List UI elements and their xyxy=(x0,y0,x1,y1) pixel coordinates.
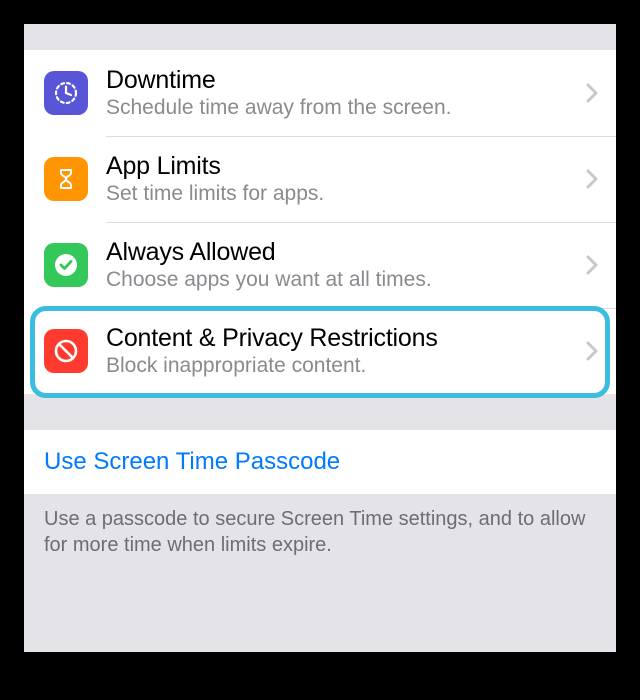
screen-time-settings-frame: Downtime Schedule time away from the scr… xyxy=(24,24,616,652)
row-title: Content & Privacy Restrictions xyxy=(106,324,578,353)
row-labels: Downtime Schedule time away from the scr… xyxy=(106,66,578,121)
use-passcode-link[interactable]: Use Screen Time Passcode xyxy=(24,430,616,494)
row-title: Downtime xyxy=(106,66,578,95)
row-always-allowed[interactable]: Always Allowed Choose apps you want at a… xyxy=(24,222,616,308)
row-subtitle: Set time limits for apps. xyxy=(106,181,578,206)
check-icon xyxy=(44,243,88,287)
row-subtitle: Choose apps you want at all times. xyxy=(106,267,578,292)
restrict-icon xyxy=(44,329,88,373)
passcode-footer-text: Use a passcode to secure Screen Time set… xyxy=(24,494,616,558)
row-labels: Always Allowed Choose apps you want at a… xyxy=(106,238,578,293)
row-subtitle: Block inappropriate content. xyxy=(106,353,578,378)
chevron-right-icon xyxy=(586,83,598,103)
row-subtitle: Schedule time away from the screen. xyxy=(106,95,578,120)
row-downtime[interactable]: Downtime Schedule time away from the scr… xyxy=(24,50,616,136)
row-title: Always Allowed xyxy=(106,238,578,267)
row-app-limits[interactable]: App Limits Set time limits for apps. xyxy=(24,136,616,222)
top-gap xyxy=(24,24,616,50)
passcode-link-group: Use Screen Time Passcode xyxy=(24,430,616,494)
screen-time-items-group: Downtime Schedule time away from the scr… xyxy=(24,50,616,394)
downtime-icon xyxy=(44,71,88,115)
row-title: App Limits xyxy=(106,152,578,181)
chevron-right-icon xyxy=(586,255,598,275)
chevron-right-icon xyxy=(586,341,598,361)
chevron-right-icon xyxy=(586,169,598,189)
row-labels: App Limits Set time limits for apps. xyxy=(106,152,578,207)
row-content-privacy[interactable]: Content & Privacy Restrictions Block ina… xyxy=(24,308,616,394)
hourglass-icon xyxy=(44,157,88,201)
row-labels: Content & Privacy Restrictions Block ina… xyxy=(106,324,578,379)
